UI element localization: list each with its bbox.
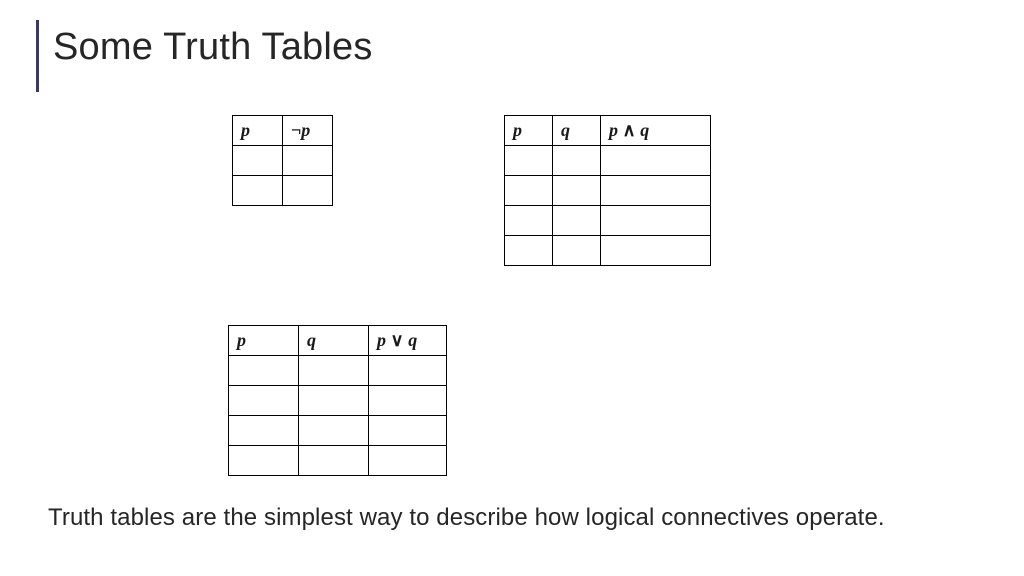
col-header: p [229, 326, 299, 356]
table-row: p q p ∧ q [505, 116, 711, 146]
cell [553, 176, 601, 206]
cell [229, 446, 299, 476]
cell [505, 176, 553, 206]
table-row [233, 176, 333, 206]
cell [229, 386, 299, 416]
col-header: p [505, 116, 553, 146]
cell [553, 146, 601, 176]
table-row [505, 146, 711, 176]
cell [369, 416, 447, 446]
cell [369, 356, 447, 386]
cell [229, 416, 299, 446]
cell [233, 146, 283, 176]
cell [299, 386, 369, 416]
table-row [505, 236, 711, 266]
cell [553, 236, 601, 266]
col-header: q [299, 326, 369, 356]
truth-table-disjunction: p q p ∨ q [228, 325, 447, 476]
cell [505, 146, 553, 176]
col-header: p ∧ q [601, 116, 711, 146]
col-header: ¬p [283, 116, 333, 146]
cell [283, 176, 333, 206]
truth-table-negation: p ¬p [232, 115, 333, 206]
truth-table-conjunction: p q p ∧ q [504, 115, 711, 266]
table-row: p q p ∨ q [229, 326, 447, 356]
cell [299, 416, 369, 446]
cell [233, 176, 283, 206]
title-accent-bar [36, 20, 39, 92]
col-header: p ∨ q [369, 326, 447, 356]
cell [601, 146, 711, 176]
table-row [229, 386, 447, 416]
table-row [229, 356, 447, 386]
cell [505, 236, 553, 266]
table-row: p ¬p [233, 116, 333, 146]
slide-title-block: Some Truth Tables [36, 20, 373, 92]
cell [299, 446, 369, 476]
cell [553, 206, 601, 236]
table-row [505, 206, 711, 236]
cell [283, 146, 333, 176]
cell [229, 356, 299, 386]
col-header: q [553, 116, 601, 146]
cell [299, 356, 369, 386]
table-row [229, 446, 447, 476]
cell [601, 176, 711, 206]
cell [369, 386, 447, 416]
slide-title: Some Truth Tables [53, 20, 373, 92]
cell [601, 206, 711, 236]
cell [369, 446, 447, 476]
slide-caption: Truth tables are the simplest way to des… [48, 504, 885, 532]
cell [601, 236, 711, 266]
table-row [505, 176, 711, 206]
cell [505, 206, 553, 236]
table-row [229, 416, 447, 446]
col-header: p [233, 116, 283, 146]
table-row [233, 146, 333, 176]
